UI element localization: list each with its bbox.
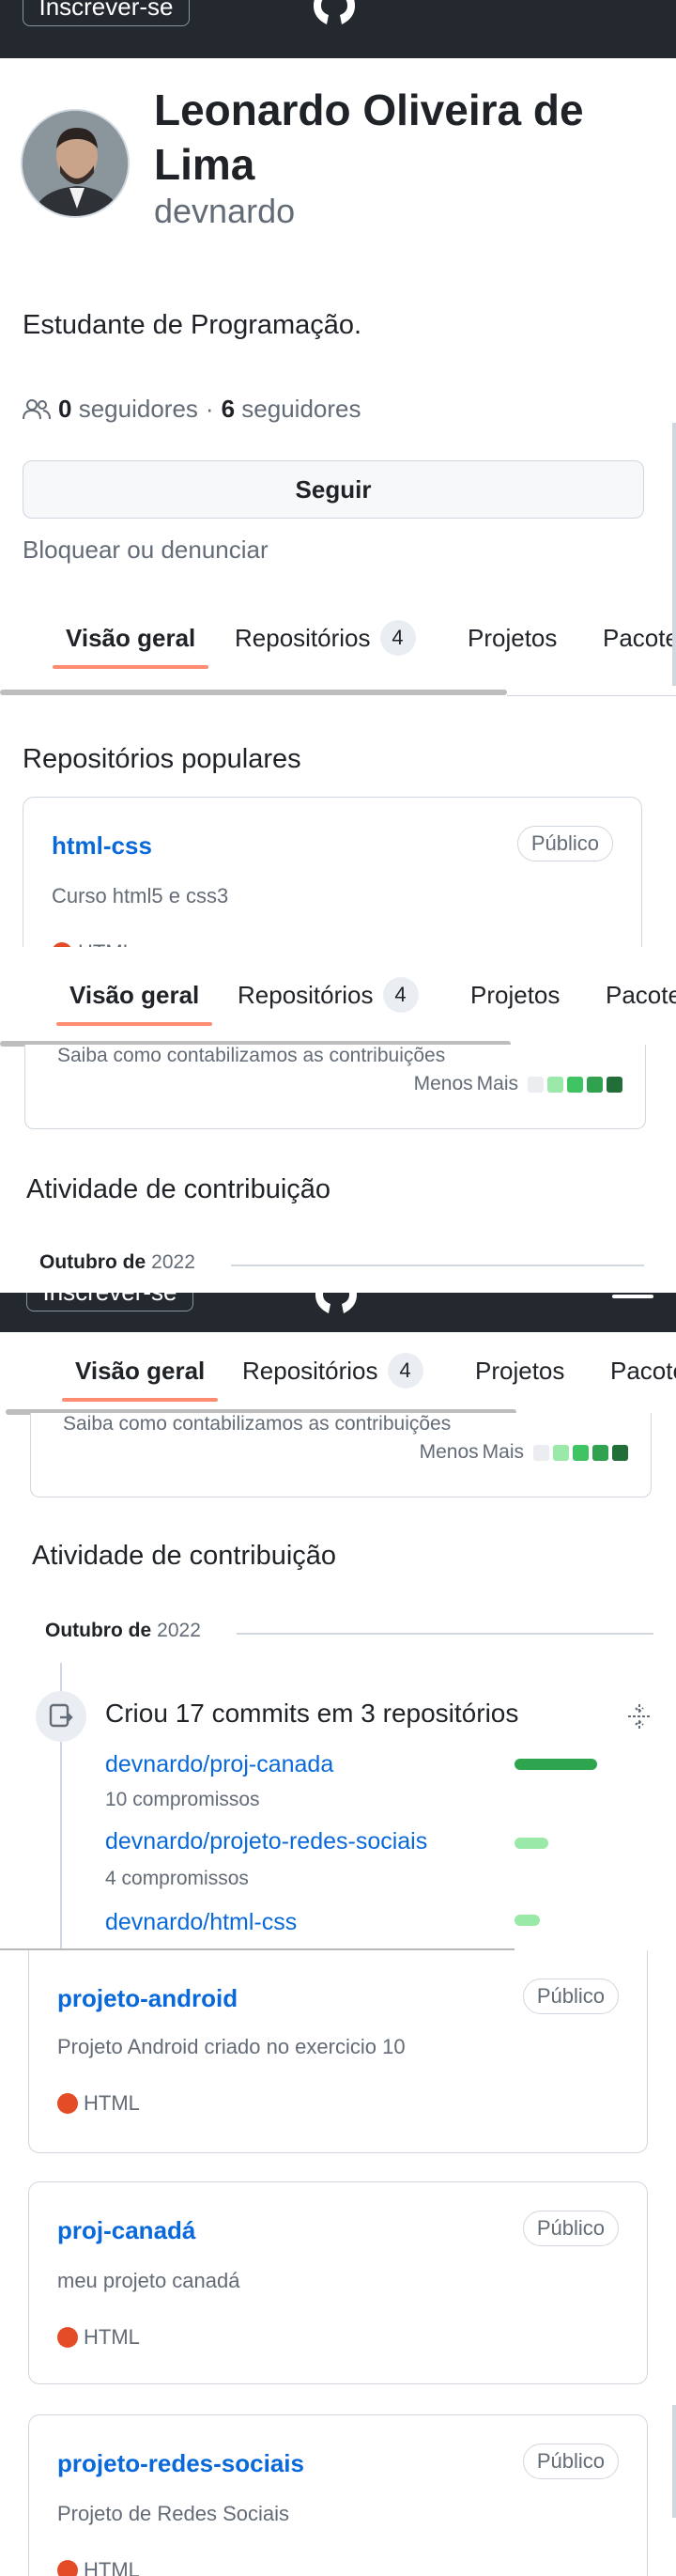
- repo-language: HTML: [57, 2091, 140, 2116]
- repo-link[interactable]: projeto-android: [57, 1984, 238, 2013]
- avatar: [21, 109, 130, 218]
- contribution-calendar: Saiba como contabilizamos as contribuiçõ…: [30, 1413, 652, 1497]
- contribution-calendar: Saiba como contabilizamos as contribuiçõ…: [24, 1045, 646, 1129]
- following-link[interactable]: 6 seguidores: [222, 395, 361, 424]
- visibility-badge: Público: [522, 1979, 619, 2014]
- activity-repo-link[interactable]: devnardo/html-css: [105, 1909, 297, 1936]
- tab-projects[interactable]: Projetos: [468, 596, 557, 680]
- site-header: Inscrever-se: [0, 1293, 676, 1332]
- learn-contributions-link[interactable]: Saiba como contabilizamos as contribuiçõ…: [63, 1413, 451, 1435]
- repo-description: Projeto de Redes Sociais: [57, 2502, 290, 2525]
- tab-overview[interactable]: Visão geral: [56, 953, 213, 1037]
- github-logo-icon[interactable]: [310, 1293, 362, 1313]
- active-tab-underline: [62, 1398, 219, 1402]
- activity-repo-count: 4 compromissos: [105, 1868, 249, 1889]
- tab-packages[interactable]: Pacotes: [606, 953, 676, 1037]
- activity-title: Atividade de contribuição: [26, 1174, 331, 1204]
- github-logo-icon[interactable]: [308, 0, 361, 24]
- commit-icon: [36, 1691, 86, 1742]
- signup-button[interactable]: Inscrever-se: [26, 1293, 193, 1311]
- profile-tabs-sticky: Visão geral Repositórios 4 Projetos Pacot…: [0, 1332, 676, 1411]
- contribution-legend: Menos Mais: [414, 1073, 622, 1095]
- repo-description: Curso html5 e css3: [52, 884, 229, 908]
- block-report-link[interactable]: Bloquear ou denunciar: [23, 535, 269, 565]
- activity-repo-link[interactable]: devnardo/proj-canada: [105, 1751, 333, 1778]
- contribution-legend: Menos Mais: [420, 1441, 628, 1464]
- language-color-dot: [57, 2327, 78, 2348]
- profile-username: devnardo: [154, 192, 296, 230]
- activity-bar: [515, 1759, 597, 1770]
- people-icon: [23, 398, 51, 419]
- repo-link[interactable]: projeto-redes-sociais: [57, 2449, 304, 2478]
- visibility-badge: Público: [516, 826, 613, 861]
- profile-name: Leonardo Oliveira de Lima: [154, 85, 584, 189]
- profile-tabs: Visão geral Repositórios 4 Projetos Pacot…: [0, 596, 676, 680]
- tab-overview[interactable]: Visão geral: [62, 1328, 219, 1413]
- tab-overview[interactable]: Visão geral: [53, 596, 209, 680]
- learn-contributions-link[interactable]: Saiba como contabilizamos as contribuiçõ…: [57, 1045, 445, 1067]
- tab-projects[interactable]: Projetos: [470, 953, 560, 1037]
- repositories-counter: 4: [379, 620, 416, 657]
- repo-language: HTML: [57, 2558, 140, 2576]
- visibility-badge: Público: [522, 2211, 619, 2246]
- activity-bar: [515, 1915, 540, 1926]
- activity-title: Atividade de contribuição: [32, 1541, 337, 1571]
- hamburger-menu-icon[interactable]: [610, 0, 652, 9]
- commits-summary: Criou 17 commits em 3 repositórios: [105, 1699, 519, 1728]
- language-color-dot: [57, 2093, 78, 2114]
- repo-card: projeto-android Público Projeto Android …: [28, 1950, 648, 2153]
- hamburger-menu-icon[interactable]: [612, 1295, 653, 1308]
- repo-description: meu projeto canadá: [57, 2269, 240, 2292]
- active-tab-underline: [56, 1022, 213, 1026]
- language-color-dot: [57, 2560, 78, 2576]
- tabs-scrollbar[interactable]: [0, 690, 507, 695]
- repo-link[interactable]: html-css: [52, 831, 152, 861]
- profile-tabs-sticky: Visão geral Repositórios 4 Projetos Pacot…: [0, 947, 676, 1041]
- tab-projects[interactable]: Projetos: [475, 1328, 564, 1413]
- tab-repositories[interactable]: Repositórios 4: [235, 596, 416, 680]
- followers-link[interactable]: 0 seguidores: [58, 395, 198, 424]
- repo-card: proj-canadá Público meu projeto canadá H…: [28, 2181, 648, 2384]
- repositories-counter: 4: [387, 1353, 423, 1389]
- activity-month: Outubro de 2022: [45, 1620, 201, 1641]
- activity-month: Outubro de 2022: [39, 1251, 195, 1273]
- visibility-badge: Público: [522, 2444, 619, 2479]
- profile-bio: Estudante de Programação.: [23, 310, 362, 340]
- site-header: Inscrever-se: [0, 0, 676, 58]
- follow-button[interactable]: Seguir: [23, 460, 644, 519]
- active-tab-underline: [53, 665, 209, 669]
- tab-repositories[interactable]: Repositórios 4: [238, 953, 419, 1037]
- popular-repos-title: Repositórios populares: [23, 744, 301, 774]
- repo-language: HTML: [57, 2325, 140, 2350]
- repo-card: html-css Público Curso html5 e css3 HTML: [23, 797, 642, 966]
- activity-repo-link[interactable]: devnardo/projeto-redes-sociais: [105, 1828, 427, 1855]
- repo-description: Projeto Android criado no exercicio 10: [57, 2035, 406, 2058]
- activity-bar: [515, 1838, 548, 1849]
- activity-repo-count: 10 compromissos: [105, 1789, 260, 1810]
- tab-packages[interactable]: Pacotes: [610, 1328, 676, 1413]
- collapse-icon[interactable]: [625, 1702, 653, 1730]
- signup-button[interactable]: Inscrever-se: [23, 0, 190, 26]
- repositories-counter: 4: [382, 977, 419, 1014]
- tab-packages[interactable]: Pacotes: [603, 596, 676, 680]
- repo-card: projeto-redes-sociais Público Projeto de…: [28, 2414, 648, 2576]
- followers-row: 0 seguidores · 6 seguidores: [23, 395, 361, 424]
- repo-link[interactable]: proj-canadá: [57, 2216, 195, 2245]
- tab-repositories[interactable]: Repositórios 4: [242, 1328, 423, 1413]
